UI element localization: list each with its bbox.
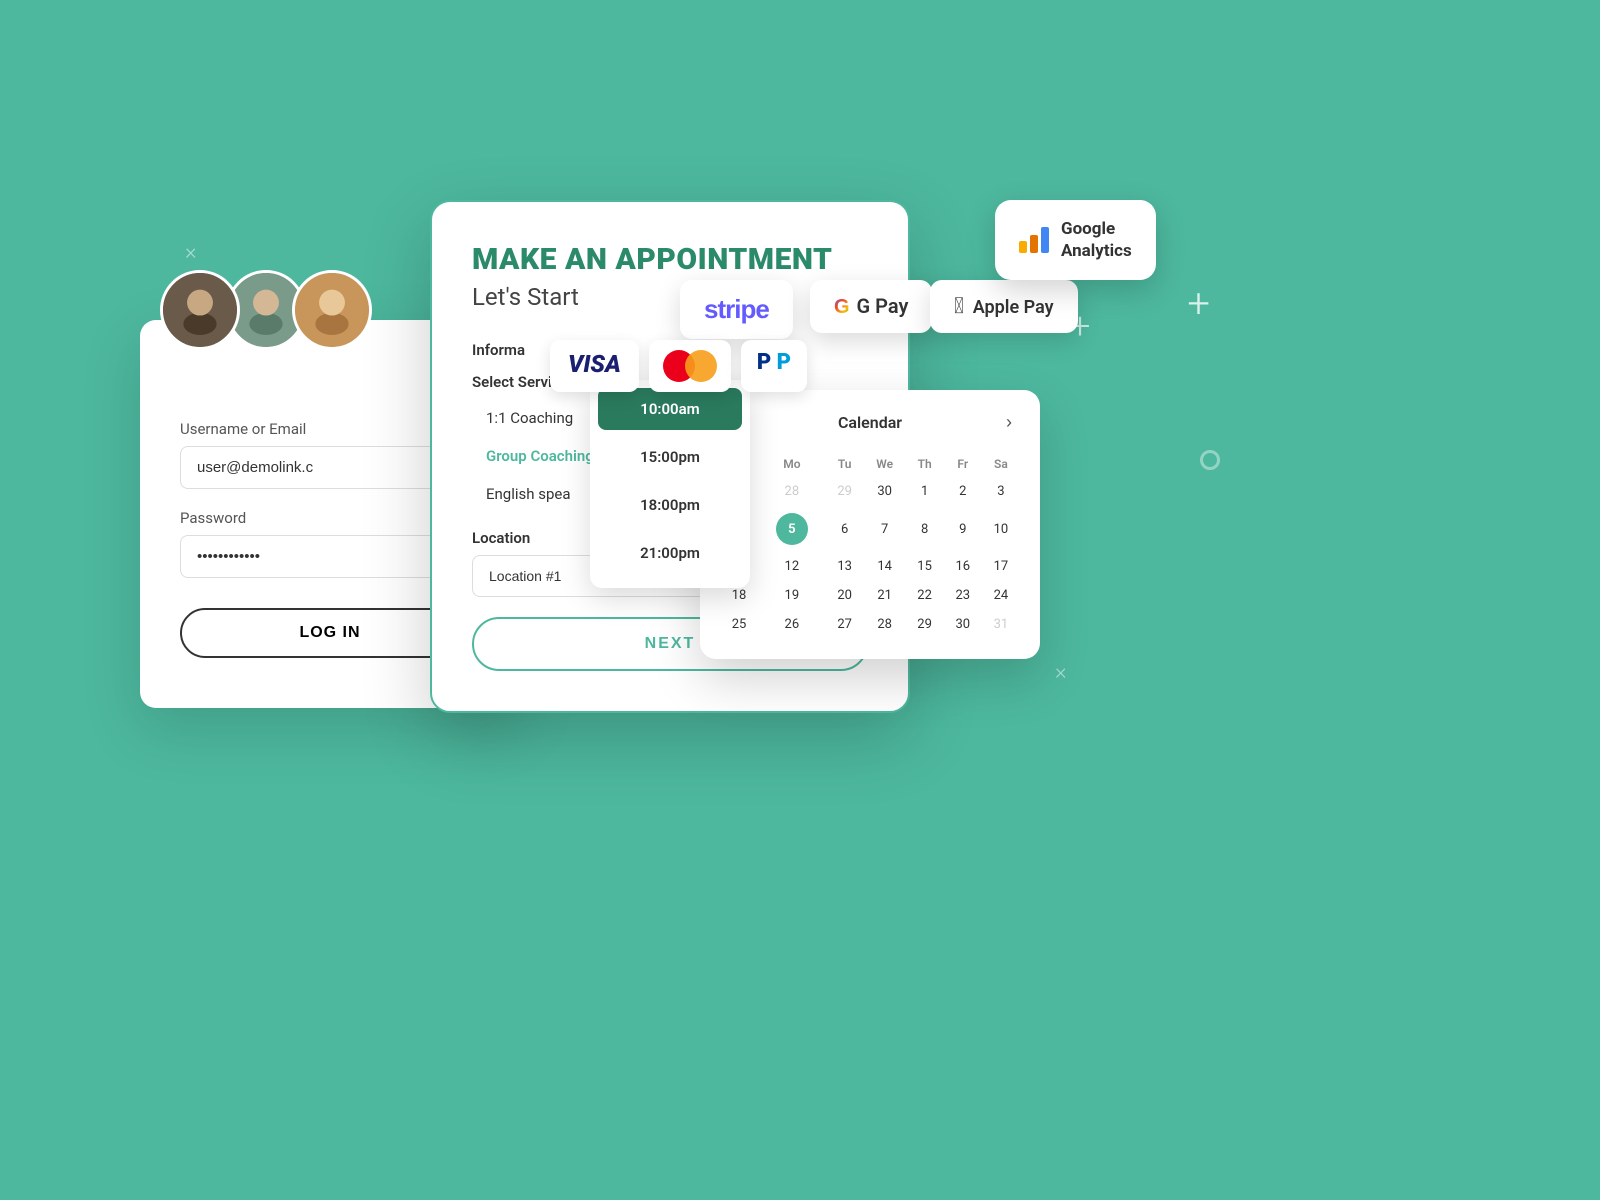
- cal-day-29[interactable]: 29: [906, 610, 944, 639]
- stripe-logo: stripe: [704, 294, 769, 324]
- paypal-logo-2: P: [777, 350, 791, 375]
- avatar-3: [292, 270, 372, 350]
- cal-day-24[interactable]: 24: [982, 581, 1020, 610]
- cal-day-14[interactable]: 14: [864, 552, 906, 581]
- cal-day-1[interactable]: 1: [906, 477, 944, 506]
- cal-day-15[interactable]: 15: [906, 552, 944, 581]
- stripe-badge: stripe: [680, 280, 793, 339]
- cal-day-7[interactable]: 7: [864, 506, 906, 552]
- mc-orange-circle: [685, 350, 717, 382]
- avatars-group: [170, 270, 372, 350]
- cal-day-30[interactable]: 30: [864, 477, 906, 506]
- gpay-g-icon: G: [834, 296, 850, 318]
- paypal-logo: P: [757, 350, 771, 375]
- calendar-card: ‹ Calendar › Su Mo Tu We Th Fr Sa 27 28 …: [700, 390, 1040, 659]
- visa-badge: VISA: [550, 340, 639, 392]
- visa-logo: VISA: [568, 350, 621, 378]
- cal-day-25[interactable]: 25: [720, 610, 758, 639]
- cal-day-30[interactable]: 30: [944, 610, 982, 639]
- calendar-grid: Su Mo Tu We Th Fr Sa 27 28 29 30 1 2 3 4…: [720, 451, 1020, 639]
- cal-day-20[interactable]: 20: [826, 581, 864, 610]
- cal-day-19[interactable]: 19: [758, 581, 825, 610]
- cal-day-17[interactable]: 17: [982, 552, 1020, 581]
- plus-icon: +: [1187, 280, 1210, 327]
- ga-bar-tall: [1041, 227, 1049, 253]
- paypal-badge: P P: [741, 340, 807, 392]
- calendar-next[interactable]: ›: [998, 410, 1020, 435]
- ga-bar-medium: [1030, 235, 1038, 253]
- mastercard-badge: [649, 340, 731, 392]
- cal-day-22[interactable]: 22: [906, 581, 944, 610]
- timeslot-1500[interactable]: 15:00pm: [598, 436, 742, 478]
- cal-day-9[interactable]: 9: [944, 506, 982, 552]
- cal-day-10[interactable]: 10: [982, 506, 1020, 552]
- cal-day-5-today[interactable]: 5: [758, 506, 825, 552]
- avatar-1: [160, 270, 240, 350]
- cal-header-sa: Sa: [982, 451, 1020, 477]
- payment-methods-row: VISA P P: [550, 340, 807, 392]
- cal-day-13[interactable]: 13: [826, 552, 864, 581]
- cal-header-th: Th: [906, 451, 944, 477]
- ga-bar-short: [1019, 241, 1027, 253]
- calendar-title: Calendar: [838, 413, 902, 432]
- timeslot-panel: 10:00am 15:00pm 18:00pm 21:00pm: [590, 380, 750, 588]
- apple-icon: : [954, 294, 964, 319]
- ga-text-block: Google Analytics: [1061, 218, 1132, 262]
- cal-day-28[interactable]: 28: [864, 610, 906, 639]
- ga-product: Analytics: [1061, 240, 1132, 262]
- cal-header-tu: Tu: [826, 451, 864, 477]
- cal-header-we: We: [864, 451, 906, 477]
- ga-name: Google: [1061, 218, 1132, 240]
- cal-day-21[interactable]: 21: [864, 581, 906, 610]
- cal-day-16[interactable]: 16: [944, 552, 982, 581]
- cal-day-3[interactable]: 3: [982, 477, 1020, 506]
- cal-day-8[interactable]: 8: [906, 506, 944, 552]
- gpay-badge: G G Pay: [810, 280, 932, 333]
- deco-x-1: ×: [185, 240, 197, 265]
- timeslot-2100[interactable]: 21:00pm: [598, 532, 742, 574]
- cal-day-23[interactable]: 23: [944, 581, 982, 610]
- cal-day-26[interactable]: 26: [758, 610, 825, 639]
- deco-circle-3: [1200, 450, 1220, 470]
- appointment-subtitle: Let's Start: [472, 283, 868, 311]
- google-analytics-badge: Google Analytics: [995, 200, 1156, 280]
- cal-day-6[interactable]: 6: [826, 506, 864, 552]
- cal-day-28-prev[interactable]: 28: [758, 477, 825, 506]
- applepay-label: Apple Pay: [973, 297, 1054, 318]
- cal-day-29-prev[interactable]: 29: [826, 477, 864, 506]
- ga-icon: [1019, 227, 1049, 253]
- timeslot-1000[interactable]: 10:00am: [598, 388, 742, 430]
- calendar-header: ‹ Calendar ›: [720, 410, 1020, 435]
- timeslot-1800[interactable]: 18:00pm: [598, 484, 742, 526]
- cal-header-mo: Mo: [758, 451, 825, 477]
- cal-day-2[interactable]: 2: [944, 477, 982, 506]
- cal-day-27[interactable]: 27: [826, 610, 864, 639]
- cal-header-fr: Fr: [944, 451, 982, 477]
- deco-x-2: ×: [1055, 660, 1067, 685]
- cal-day-12[interactable]: 12: [758, 552, 825, 581]
- appointment-title: MAKE AN APPOINTMENT: [472, 242, 868, 277]
- applepay-badge:  Apple Pay: [930, 280, 1078, 333]
- cal-day-31[interactable]: 31: [982, 610, 1020, 639]
- gpay-label: G Pay: [857, 294, 909, 318]
